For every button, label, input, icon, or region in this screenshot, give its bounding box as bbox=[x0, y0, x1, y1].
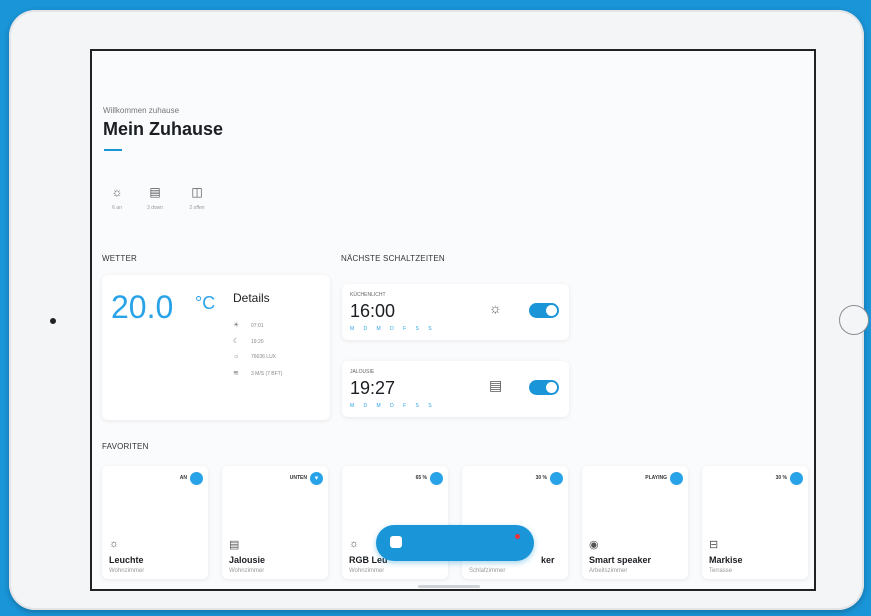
status-badge: UNTEN bbox=[289, 475, 307, 481]
detail-value: 19:20 bbox=[251, 339, 264, 345]
device-name: Jalousie bbox=[229, 555, 266, 565]
lightbulb-icon: ☼ bbox=[109, 538, 120, 550]
favorites-heading: FAVORITEN bbox=[102, 442, 149, 451]
temperature-unit: °C bbox=[195, 293, 216, 313]
home-indicator bbox=[418, 585, 480, 588]
favorite-tile[interactable]: AN ☼ Leuchte Wohnzimmer bbox=[102, 466, 208, 579]
lightbulb-icon: ☼ bbox=[111, 185, 123, 199]
sunrise-icon: ☀ bbox=[233, 322, 240, 329]
app-screen: Willkommen zuhause Mein Zuhause ☼ 6 an ▤… bbox=[90, 49, 816, 591]
schedule-toggle[interactable] bbox=[529, 303, 559, 318]
brightness-icon: ☼ bbox=[233, 353, 240, 360]
schedule-card[interactable]: JALOUSIE 19:27 M D M D F S S ▤ bbox=[342, 361, 569, 417]
device-name: ker bbox=[541, 555, 555, 565]
speaker-icon: ◉ bbox=[589, 539, 599, 551]
status-badge: 30 % bbox=[775, 475, 787, 481]
welcome-text: Willkommen zuhause bbox=[103, 106, 180, 115]
schedule-heading: NÄCHSTE SCHALTZEITEN bbox=[341, 254, 445, 263]
detail-row: ☼ 76636 LUX bbox=[233, 353, 276, 360]
device-room: Arbeitszimmer bbox=[589, 568, 628, 574]
status-badge: PLAYING bbox=[645, 475, 667, 481]
wind-icon: ≋ bbox=[233, 370, 239, 377]
schedule-time: 19:27 bbox=[350, 378, 396, 398]
device-name: Leuchte bbox=[109, 555, 144, 565]
weather-heading: WETTER bbox=[102, 254, 137, 263]
favorite-tile[interactable]: UNTEN ▾ ▤ Jalousie Wohnzimmer bbox=[222, 466, 328, 579]
home-button[interactable] bbox=[839, 305, 869, 335]
schedule-days: M D M D F S S bbox=[350, 403, 436, 409]
tab-bar[interactable] bbox=[376, 525, 534, 561]
home-icon[interactable] bbox=[390, 536, 402, 548]
status-badge: 65 % bbox=[415, 475, 427, 481]
detail-row: ☀ 07:01 bbox=[233, 321, 264, 329]
device-room: Wohnzimmer bbox=[349, 568, 385, 574]
status-badge: AN bbox=[179, 475, 187, 481]
details-title: Details bbox=[233, 291, 270, 305]
toggle-knob bbox=[546, 305, 557, 316]
summary-lights[interactable]: ☼ 6 an bbox=[102, 184, 132, 211]
chevron-down-icon[interactable]: ▾ bbox=[310, 472, 323, 485]
notification-dot bbox=[515, 534, 520, 539]
schedule-name: JALOUSIE bbox=[350, 369, 375, 375]
awning-icon: ⊟ bbox=[709, 539, 719, 551]
detail-row: ☾ 19:20 bbox=[233, 337, 264, 345]
detail-row: ≋ 3 M/S (7 BFT) bbox=[233, 369, 282, 377]
device-room: Terrasse bbox=[709, 568, 733, 574]
tablet-frame: Willkommen zuhause Mein Zuhause ☼ 6 an ▤… bbox=[9, 10, 869, 610]
status-dot[interactable] bbox=[550, 472, 563, 485]
schedule-card[interactable]: KÜCHENLICHT 16:00 M D M D F S S ☼ bbox=[342, 284, 569, 340]
page-title: Mein Zuhause bbox=[103, 119, 224, 139]
status-dot[interactable] bbox=[430, 472, 443, 485]
summary-label: 2 offen bbox=[189, 205, 205, 211]
summary-blinds[interactable]: ▤ 3 down bbox=[140, 184, 170, 211]
weather-card[interactable]: 20.0 °C Details ☀ 07:01 ☾ 19:20 ☼ 76636 LUX… bbox=[102, 275, 330, 420]
window-icon: ◫ bbox=[191, 185, 203, 199]
blinds-icon: ▤ bbox=[489, 377, 503, 393]
status-dot[interactable] bbox=[670, 472, 683, 485]
schedule-time: 16:00 bbox=[350, 301, 396, 321]
sunset-icon: ☾ bbox=[233, 338, 240, 345]
lightbulb-icon: ☼ bbox=[489, 300, 502, 316]
favorite-tile[interactable]: 30 % ⊟ Markise Terrasse bbox=[702, 466, 808, 579]
device-room: Wohnzimmer bbox=[229, 568, 265, 574]
blinds-icon: ▤ bbox=[149, 185, 161, 199]
status-dot[interactable] bbox=[790, 472, 803, 485]
summary-label: 3 down bbox=[146, 205, 164, 211]
device-room: Schlafzimmer bbox=[469, 568, 506, 574]
lightbulb-icon: ☼ bbox=[349, 538, 360, 550]
status-dot[interactable] bbox=[190, 472, 203, 485]
detail-value: 3 M/S (7 BFT) bbox=[251, 371, 283, 377]
summary-windows[interactable]: ◫ 2 offen bbox=[182, 184, 212, 211]
schedule-toggle[interactable] bbox=[529, 380, 559, 395]
device-room: Wohnzimmer bbox=[109, 568, 145, 574]
device-name: Smart speaker bbox=[589, 555, 652, 565]
summary-label: 6 an bbox=[112, 205, 122, 211]
status-badge: 30 % bbox=[535, 475, 547, 481]
detail-value: 76636 LUX bbox=[251, 354, 277, 360]
detail-value: 07:01 bbox=[251, 323, 264, 329]
favorite-tile[interactable]: 65 % ☼ RGB Leu Wohnzimmer bbox=[342, 466, 448, 579]
favorite-tile[interactable]: 30 % ◉ ker Schlafzimmer bbox=[462, 466, 568, 579]
title-underline bbox=[104, 149, 122, 151]
schedule-days: M D M D F S S bbox=[350, 326, 436, 332]
blinds-icon: ▤ bbox=[229, 539, 240, 551]
favorite-tile[interactable]: PLAYING ◉ Smart speaker Arbeitszimmer bbox=[582, 466, 688, 579]
temperature-value: 20.0 bbox=[111, 289, 174, 325]
camera bbox=[50, 318, 56, 324]
device-name: Markise bbox=[709, 555, 743, 565]
toggle-knob bbox=[546, 382, 557, 393]
schedule-name: KÜCHENLICHT bbox=[350, 292, 386, 298]
